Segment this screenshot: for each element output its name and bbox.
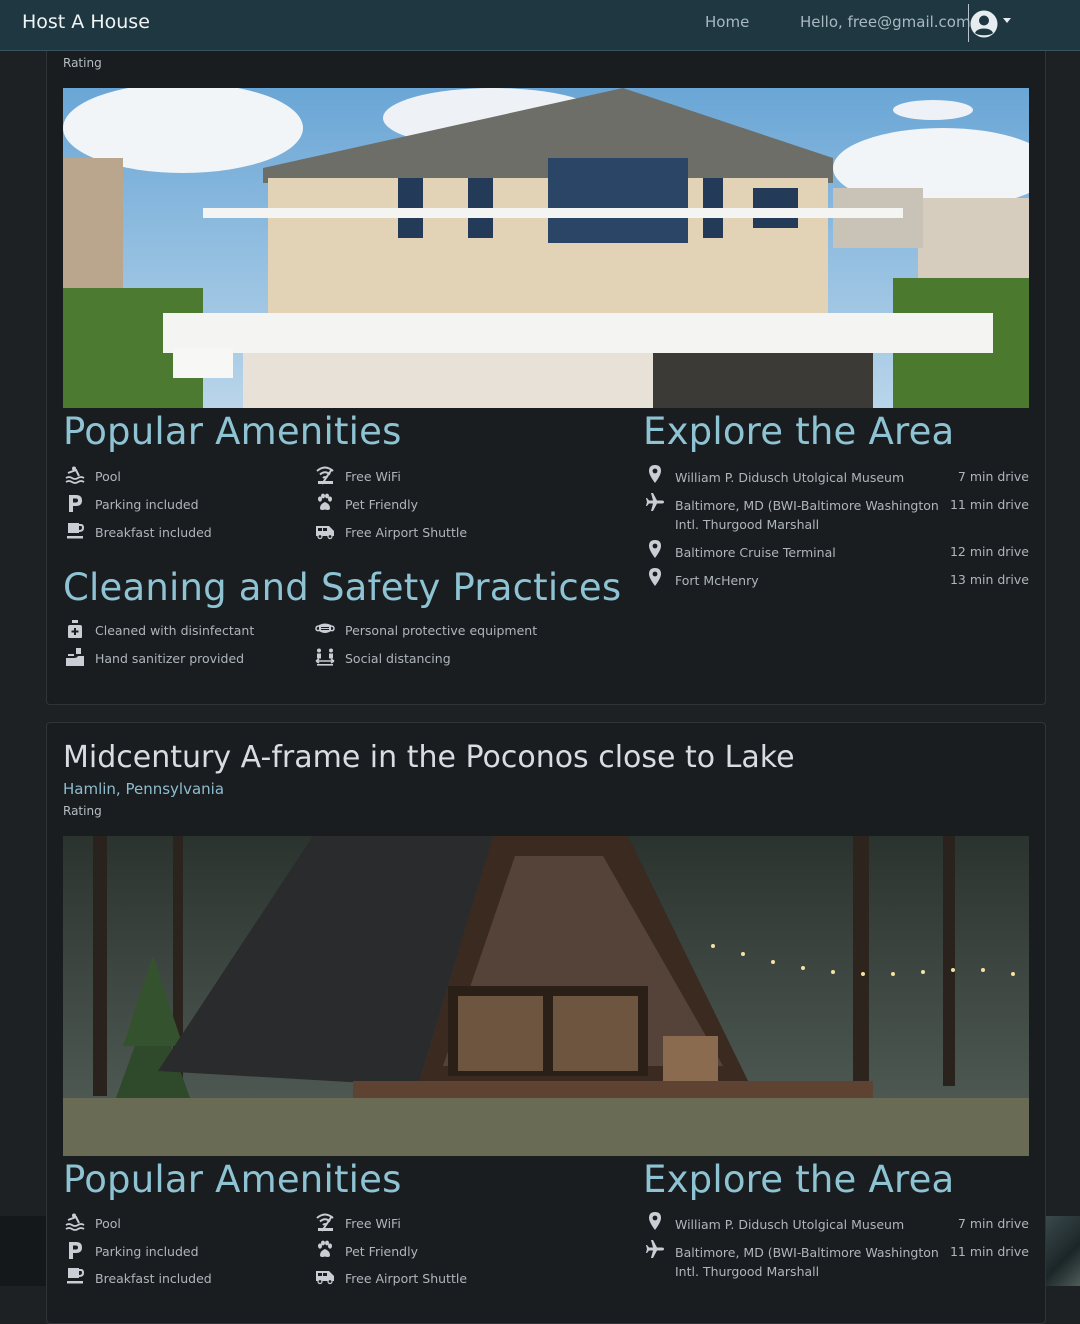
place-distance: 11 min drive — [949, 1244, 1029, 1259]
place-distance: 11 min drive — [949, 497, 1029, 512]
listing-location: Hamlin, Pennsylvania — [63, 780, 225, 798]
place-distance: 7 min drive — [957, 469, 1029, 484]
rating-label: Rating — [63, 56, 102, 70]
social-distancing-icon — [315, 647, 335, 667]
amenity-breakfast: Breakfast included — [95, 1271, 212, 1286]
place-name: William P. Didusch Utolgical Museum — [675, 1217, 905, 1232]
brand-link[interactable]: Host A House — [22, 11, 150, 33]
place-name: Baltimore, MD (BWI-Baltimore Washington … — [675, 498, 939, 532]
practice-disinfectant: Cleaned with disinfectant — [95, 623, 255, 638]
amenity-breakfast: Breakfast included — [95, 525, 212, 540]
amenity-parking: Parking included — [95, 497, 199, 512]
swimmer-icon — [65, 1212, 85, 1232]
disinfectant-bottle-icon — [65, 619, 85, 639]
rating-label: Rating — [63, 804, 102, 818]
practice-social-distancing: Social distancing — [345, 651, 451, 666]
shuttle-van-icon — [315, 521, 335, 541]
amenity-pool: Pool — [95, 1216, 121, 1231]
amenity-pool: Pool — [95, 469, 121, 484]
parking-icon — [65, 493, 85, 513]
user-greeting: Hello, free@gmail.com — [800, 13, 971, 31]
wifi-icon — [315, 1212, 335, 1232]
place-distance: 12 min drive — [949, 544, 1029, 559]
practice-ppe: Personal protective equipment — [345, 623, 538, 638]
amenity-wifi: Free WiFi — [345, 1216, 401, 1231]
shuttle-van-icon — [315, 1266, 335, 1286]
amenity-pet-friendly: Pet Friendly — [345, 497, 418, 512]
amenity-airport-shuttle: Free Airport Shuttle — [345, 525, 468, 540]
plane-icon — [645, 1239, 665, 1259]
place-name: Baltimore Cruise Terminal — [675, 545, 836, 560]
paw-icon — [315, 493, 335, 513]
swimmer-icon — [65, 465, 85, 485]
explore-title: Explore the Area — [643, 1158, 955, 1201]
map-marker-icon — [645, 464, 665, 484]
amenities-title: Popular Amenities — [63, 1158, 402, 1201]
listing-photo-beach-house — [63, 88, 1029, 408]
coffee-icon — [65, 1266, 85, 1286]
practice-hand-sanitizer: Hand sanitizer provided — [95, 651, 245, 666]
background-texture — [1044, 1216, 1080, 1286]
paw-icon — [315, 1240, 335, 1260]
place-distance: 13 min drive — [949, 572, 1029, 587]
face-mask-icon — [315, 619, 335, 639]
navbar: Host A House Home Hello, free@gmail.com — [0, 0, 1080, 51]
map-marker-icon — [645, 1211, 665, 1231]
wifi-icon — [315, 465, 335, 485]
user-avatar-icon[interactable] — [969, 9, 999, 39]
cleaning-title: Cleaning and Safety Practices — [63, 566, 622, 609]
map-marker-icon — [645, 539, 665, 559]
hand-sanitizer-icon — [65, 647, 85, 667]
map-marker-icon — [645, 567, 665, 587]
amenity-parking: Parking included — [95, 1244, 199, 1259]
amenity-wifi: Free WiFi — [345, 469, 401, 484]
amenities-title: Popular Amenities — [63, 410, 402, 453]
place-distance: 7 min drive — [957, 1216, 1029, 1231]
place-name: Fort McHenry — [675, 573, 759, 588]
place-name: William P. Didusch Utolgical Museum — [675, 470, 905, 485]
explore-title: Explore the Area — [643, 410, 955, 453]
parking-icon — [65, 1240, 85, 1260]
place-name: Baltimore, MD (BWI-Baltimore Washington … — [675, 1245, 939, 1279]
plane-icon — [645, 492, 665, 512]
amenity-airport-shuttle: Free Airport Shuttle — [345, 1271, 468, 1286]
amenity-pet-friendly: Pet Friendly — [345, 1244, 418, 1259]
listing-photo-a-frame — [63, 836, 1029, 1156]
coffee-icon — [65, 521, 85, 541]
nav-home-link[interactable]: Home — [705, 13, 749, 31]
user-menu-chevron-down-icon[interactable] — [1003, 18, 1011, 23]
listing-title[interactable]: Midcentury A-frame in the Poconos close … — [63, 740, 795, 775]
